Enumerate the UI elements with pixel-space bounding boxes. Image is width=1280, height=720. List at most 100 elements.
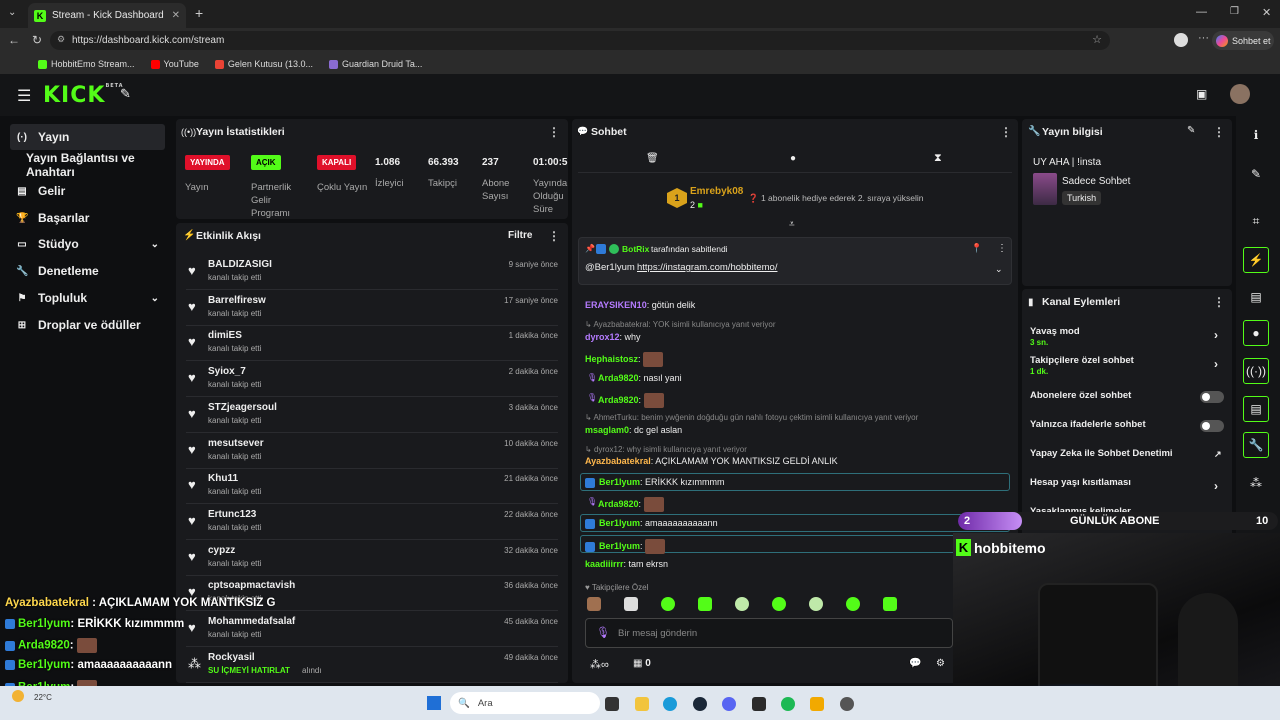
- chat-menu-icon[interactable]: ⋮: [1000, 125, 1012, 139]
- emote-icon[interactable]: [809, 597, 823, 611]
- spotify-icon[interactable]: [781, 697, 795, 711]
- sidebar-item[interactable]: ▤ Gelir: [10, 178, 165, 204]
- studio-icon[interactable]: ▣: [1196, 87, 1207, 101]
- hourglass-icon[interactable]: ⧗: [934, 152, 942, 165]
- chat-username[interactable]: ERAYSIKEN10: [585, 300, 647, 310]
- points-icon[interactable]: ⁂∞: [590, 658, 609, 671]
- channel-actions-menu-icon[interactable]: ⋮: [1213, 295, 1225, 309]
- channel-action-row[interactable]: Takipçilere özel sohbet 1 dk. ›: [1030, 355, 1225, 379]
- chevron-right-icon[interactable]: ›: [1214, 328, 1218, 342]
- chevron-right-icon[interactable]: ›: [1214, 357, 1218, 371]
- list-item[interactable]: ♥ BALDIZASIGI kanalı takip etti 9 saniye ön…: [186, 255, 558, 290]
- chat-message[interactable]: dyrox12: why: [585, 332, 641, 342]
- emote-icon[interactable]: [624, 597, 638, 611]
- gift-count[interactable]: ▦ 0: [633, 658, 651, 669]
- chat-message[interactable]: Ber1lyum:: [585, 539, 666, 554]
- terminal-icon[interactable]: [752, 697, 766, 711]
- kick-logo[interactable]: KICKBETA: [43, 83, 124, 108]
- steam-icon[interactable]: [693, 697, 707, 711]
- list-item[interactable]: ♥ mesutsever kanalı takip etti 10 dakika ön…: [186, 434, 558, 469]
- chat-username[interactable]: Arda9820: [598, 395, 639, 405]
- rockstar-icon[interactable]: [810, 697, 824, 711]
- mic-icon[interactable]: 🎙: [596, 626, 610, 639]
- layout-icon[interactable]: ▤: [1243, 396, 1269, 422]
- emote-icon[interactable]: [883, 597, 897, 611]
- stream-info-menu-icon[interactable]: ⋮: [1213, 125, 1225, 139]
- favorite-star-icon[interactable]: ☆: [1092, 33, 1102, 46]
- chat-message[interactable]: Ber1lyum: amaaaaaaaaaann: [585, 518, 718, 529]
- chat-username[interactable]: Ber1lyum: [599, 477, 640, 487]
- category-name[interactable]: Sadece Sohbet: [1062, 176, 1130, 187]
- chat-username[interactable]: Ber1lyum: [599, 541, 640, 551]
- activity-menu-icon[interactable]: ⋮: [548, 229, 560, 243]
- gear-icon[interactable]: ⚙: [936, 658, 945, 669]
- chat-message[interactable]: ERAYSIKEN10: götün delik: [585, 300, 695, 310]
- chat-message[interactable]: Arda9820: nasıl yani: [598, 373, 682, 383]
- emote-icon[interactable]: [735, 597, 749, 611]
- chat-message[interactable]: Arda9820:: [598, 497, 664, 512]
- sidebar-item[interactable]: (·) Yayın: [10, 124, 165, 150]
- category-thumbnail[interactable]: [1033, 173, 1057, 205]
- channel-action-row[interactable]: Yapay Zeka ile Sohbet Denetimi ↗: [1030, 448, 1225, 472]
- broadcast-icon[interactable]: ((·)): [1243, 358, 1269, 384]
- sidebar-item[interactable]: ⚑ Topluluk ⌄: [10, 285, 165, 311]
- url-input[interactable]: ⚙ https://dashboard.kick.com/stream ☆: [50, 31, 1110, 50]
- wrench-icon[interactable]: 🔧: [1243, 432, 1269, 458]
- list-item[interactable]: ♥ dimiES kanalı takip etti 1 dakika önce: [186, 326, 558, 362]
- emote-icon[interactable]: [587, 597, 601, 611]
- sidebar-item[interactable]: ▭ Stüdyo ⌄: [10, 231, 165, 257]
- stats-menu-icon[interactable]: ⋮: [548, 125, 560, 139]
- sidebar-item[interactable]: ⊞ Droplar ve ödüller: [10, 312, 165, 338]
- trash-icon[interactable]: 🗑: [646, 153, 659, 164]
- maximize-icon[interactable]: ❐: [1230, 6, 1239, 17]
- bookmark-item[interactable]: Gelen Kutusu (13.0...: [214, 59, 313, 69]
- sidebar-item[interactable]: 🏆 Başarılar: [10, 205, 165, 231]
- taskbar-search[interactable]: 🔍 Ara: [450, 692, 600, 714]
- weather-icon[interactable]: [12, 690, 24, 702]
- emote-icon[interactable]: [661, 597, 675, 611]
- chat-message[interactable]: Arda9820:: [598, 393, 664, 408]
- info-icon[interactable]: ℹ: [1243, 122, 1269, 148]
- pinned-link[interactable]: https://instagram.com/hobbitemo/: [637, 262, 777, 273]
- list-item[interactable]: ♥ Mohammedafsalaf kanalı takip etti 45 daki…: [186, 612, 558, 647]
- scan-icon[interactable]: ⌗: [1243, 208, 1269, 234]
- collapse-icon[interactable]: ⩡: [789, 219, 795, 230]
- chat-input[interactable]: 🎙 Bir mesaj gönderin: [585, 618, 953, 648]
- site-info-icon[interactable]: ⚙: [57, 34, 65, 45]
- close-window-icon[interactable]: ✕: [1262, 6, 1271, 19]
- list-item[interactable]: ♥ STZjeagersoul kanalı takip etti 3 dakika …: [186, 398, 558, 433]
- toggle-switch[interactable]: [1200, 391, 1224, 403]
- channel-action-row[interactable]: Abonelere özel sohbet: [1030, 390, 1225, 414]
- channel-action-row[interactable]: Yavaş mod 3 sn. ›: [1030, 326, 1225, 350]
- chat-mode-icon[interactable]: ●: [790, 153, 796, 164]
- channel-action-row[interactable]: Yalnızca ifadelerle sohbet: [1030, 419, 1225, 443]
- tab-list-icon[interactable]: ⌄: [8, 7, 16, 18]
- expand-pinned-icon[interactable]: ⌄: [995, 264, 1003, 275]
- notes-icon[interactable]: ▤: [1243, 284, 1269, 310]
- sidebar-item[interactable]: 🔧 Denetleme: [10, 258, 165, 284]
- community-icon[interactable]: ⁂: [1243, 470, 1269, 496]
- chat-message[interactable]: Hephaistosz:: [585, 352, 664, 367]
- bolt-icon[interactable]: ⚡: [1243, 247, 1269, 273]
- list-item[interactable]: ♥ Ertunc123 kanalı takip etti 22 dakika önc…: [186, 505, 558, 540]
- list-item[interactable]: ⁂ Rockyasil SU İÇMEYİ HATIRLAT alındı 49 dak…: [186, 648, 558, 683]
- list-item[interactable]: ♥ cypzz kanalı takip etti 32 dakika önce: [186, 541, 558, 576]
- chat-message[interactable]: kaadiiirrr: tam ekrsn: [585, 559, 668, 569]
- chat-username[interactable]: Ayazbabatekral: [585, 456, 651, 466]
- list-item[interactable]: ♥ Syiox_7 kanalı takip etti 2 dakika önce: [186, 362, 558, 398]
- emote-icon[interactable]: [846, 597, 860, 611]
- sidebar-item[interactable]: Yayın Bağlantısı ve Anahtarı: [10, 151, 165, 179]
- chat-username[interactable]: Hephaistosz: [585, 354, 638, 364]
- chat-username[interactable]: Ber1lyum: [599, 518, 640, 528]
- chevron-down-icon[interactable]: ⌄: [151, 239, 159, 250]
- top-gifter-name[interactable]: Emrebyk08: [690, 186, 743, 197]
- avatar[interactable]: [1230, 84, 1250, 104]
- emote-icon[interactable]: [698, 597, 712, 611]
- bookmark-item[interactable]: Guardian Druid Ta...: [328, 59, 422, 69]
- emote-icon[interactable]: [772, 597, 786, 611]
- edit-icon[interactable]: ✎: [1243, 161, 1269, 187]
- toggle-switch[interactable]: [1200, 420, 1224, 432]
- list-item[interactable]: ♥ Barrelfiresw kanalı takip etti 17 saniye …: [186, 291, 558, 326]
- chat-username[interactable]: kaadiiirrr: [585, 559, 624, 569]
- discord-icon[interactable]: [722, 697, 736, 711]
